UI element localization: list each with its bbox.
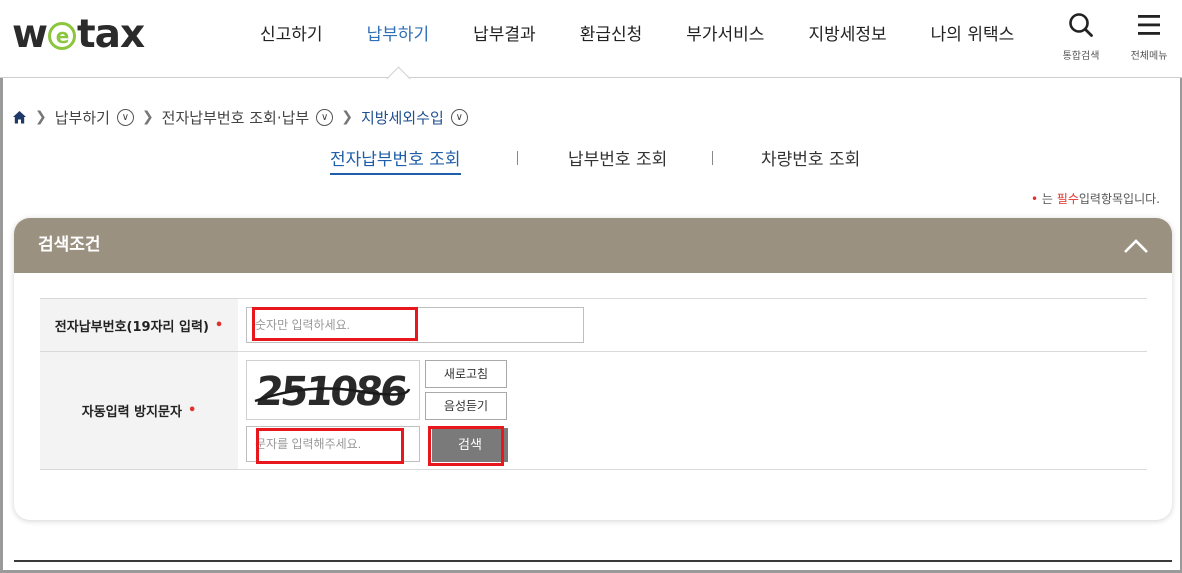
nav-item-pay-result[interactable]: 납부결과	[451, 0, 558, 78]
captcha-label: 자동입력 방지문자 •	[40, 352, 238, 469]
chevron-down-icon[interactable]: ∨	[116, 108, 134, 126]
required-mark: •	[187, 403, 197, 418]
nav-item-pay[interactable]: 납부하기	[345, 0, 452, 78]
nav-item-my-wetax[interactable]: 나의 위택스	[909, 0, 1037, 78]
nav-item-local-tax-info[interactable]: 지방세정보	[786, 0, 908, 78]
search-button[interactable]: 검색	[432, 428, 508, 462]
tab-payment-number[interactable]: 납부번호 조회	[568, 145, 667, 170]
hamburger-menu-icon	[1138, 15, 1160, 35]
captcha-input[interactable]: 문자를 입력해주세요.	[246, 426, 420, 462]
chevron-down-icon[interactable]: ∨	[450, 108, 468, 126]
chevron-right-icon: ❯	[141, 109, 154, 125]
form-row-captcha: 자동입력 방지문자 • 251086 새로고침 음성듣기 문자를 입력해주세요.…	[40, 352, 1147, 470]
captcha-audio-button[interactable]: 음성듣기	[425, 392, 507, 420]
logo-w: w	[12, 11, 48, 57]
nav-item-extra-service[interactable]: 부가서비스	[664, 0, 786, 78]
required-field-note: • 는 필수입력항목입니다.	[1031, 190, 1160, 207]
captcha-cell: 251086 새로고침 음성듣기 문자를 입력해주세요. 검색	[238, 352, 1147, 469]
search-icon	[1069, 13, 1093, 37]
payment-number-input[interactable]: 숫자만 입력하세요.	[246, 307, 584, 343]
form-row-payment-number: 전자납부번호(19자리 입력) • 숫자만 입력하세요.	[40, 299, 1147, 352]
payment-number-label-text: 전자납부번호(19자리 입력)	[54, 319, 209, 335]
sub-tabs: 전자납부번호 조회 납부번호 조회 차량번호 조회	[0, 145, 1182, 175]
captcha-image: 251086	[246, 360, 420, 420]
note-must: 필수	[1056, 192, 1079, 206]
search-condition-panel: 검색조건 전자납부번호(19자리 입력) • 숫자만 입력하세요. 자동입력 방…	[14, 218, 1172, 520]
nav-item-report[interactable]: 신고하기	[238, 0, 345, 78]
tab-divider	[517, 151, 518, 165]
required-dot-icon: •	[1031, 192, 1039, 206]
chevron-down-icon[interactable]: ∨	[316, 108, 334, 126]
global-nav: 신고하기 납부하기 납부결과 환급신청 부가서비스 지방세정보 나의 위택스	[238, 0, 1036, 78]
logo-e-icon: e	[48, 22, 77, 50]
tab-divider	[712, 151, 713, 165]
wetax-logo[interactable]: w e tax	[12, 11, 145, 57]
all-menu-button[interactable]: 전체메뉴	[1124, 12, 1174, 62]
panel-header: 검색조건	[14, 218, 1172, 273]
breadcrumb-item-e-payment[interactable]: 전자납부번호 조회·납부	[162, 107, 310, 128]
payment-number-cell: 숫자만 입력하세요.	[238, 299, 1147, 351]
chevron-right-icon: ❯	[341, 109, 353, 125]
payment-number-label: 전자납부번호(19자리 입력) •	[40, 299, 238, 351]
note-prefix: 는	[1041, 192, 1053, 206]
panel-title: 검색조건	[38, 235, 101, 255]
nav-item-refund[interactable]: 환급신청	[558, 0, 665, 78]
menu-label: 전체메뉴	[1130, 51, 1168, 62]
site-header: w e tax 신고하기 납부하기 납부결과 환급신청 부가서비스 지방세정보 …	[0, 0, 1182, 78]
logo-tax: tax	[77, 11, 145, 57]
chevron-up-icon[interactable]	[1122, 232, 1150, 260]
captcha-graphic: 251086	[253, 369, 411, 415]
captcha-text: 251086	[253, 369, 408, 415]
breadcrumb-item-current[interactable]: 지방세외수입	[361, 107, 444, 128]
chevron-right-icon: ❯	[35, 109, 47, 125]
note-suffix: 입력항목입니다.	[1078, 192, 1160, 206]
captcha-refresh-button[interactable]: 새로고침	[425, 360, 507, 388]
breadcrumb-item-pay[interactable]: 납부하기	[55, 107, 110, 128]
home-icon[interactable]	[12, 110, 27, 125]
search-label: 통합검색	[1062, 51, 1100, 62]
tab-e-payment-number[interactable]: 전자납부번호 조회	[330, 145, 461, 175]
content-divider	[14, 560, 1172, 562]
search-form-table: 전자납부번호(19자리 입력) • 숫자만 입력하세요. 자동입력 방지문자 •…	[40, 298, 1147, 470]
integrated-search-button[interactable]: 통합검색	[1056, 12, 1106, 62]
required-mark: •	[214, 317, 224, 333]
breadcrumb: ❯ 납부하기 ∨ ❯ 전자납부번호 조회·납부 ∨ ❯ 지방세외수입 ∨	[12, 106, 468, 128]
tab-vehicle-number[interactable]: 차량번호 조회	[761, 145, 860, 170]
captcha-label-text: 자동입력 방지문자	[81, 405, 182, 420]
